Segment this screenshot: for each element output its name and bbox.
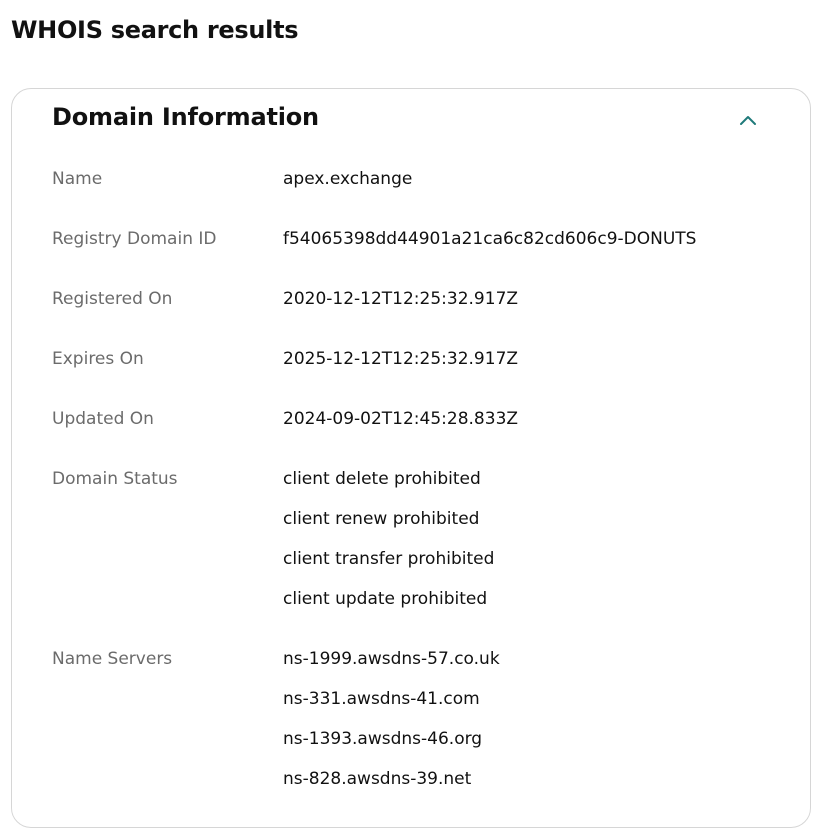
name-server-value: ns-828.awsdns-39.net bbox=[283, 769, 472, 789]
row-label: Name Servers bbox=[52, 649, 173, 669]
row-label: Registered On bbox=[52, 289, 173, 309]
row-value: 2024-09-02T12:45:28.833Z bbox=[283, 409, 519, 429]
name-server-value: ns-1393.awsdns-46.org bbox=[283, 729, 483, 749]
row-value: 2025-12-12T12:25:32.917Z bbox=[283, 349, 519, 369]
row-values: 2020-12-12T12:25:32.917Z bbox=[283, 289, 518, 329]
row-values: f54065398dd44901a21ca6c82cd606c9-DONUTS bbox=[283, 229, 696, 269]
row-label: Name bbox=[52, 169, 103, 189]
row-values: ns-1999.awsdns-57.co.uk ns-331.awsdns-41… bbox=[283, 649, 500, 809]
page-title: WHOIS search results bbox=[11, 16, 299, 44]
chevron-up-icon[interactable] bbox=[736, 109, 760, 133]
panel-title: Domain Information bbox=[52, 103, 319, 131]
row-label: Registry Domain ID bbox=[52, 229, 217, 249]
status-value: client update prohibited bbox=[283, 589, 488, 609]
domain-information-panel: Domain Information Name apex.exchange Re… bbox=[11, 88, 811, 828]
panel-header[interactable]: Domain Information bbox=[52, 103, 770, 137]
row-value: 2020-12-12T12:25:32.917Z bbox=[283, 289, 519, 309]
name-server-value: ns-1999.awsdns-57.co.uk bbox=[283, 649, 500, 669]
row-value: f54065398dd44901a21ca6c82cd606c9-DONUTS bbox=[283, 229, 697, 249]
status-value: client renew prohibited bbox=[283, 509, 480, 529]
status-value: client transfer prohibited bbox=[283, 549, 495, 569]
row-label: Expires On bbox=[52, 349, 144, 369]
row-values: 2025-12-12T12:25:32.917Z bbox=[283, 349, 518, 389]
row-values: 2024-09-02T12:45:28.833Z bbox=[283, 409, 518, 449]
row-value: apex.exchange bbox=[283, 169, 413, 189]
row-label: Updated On bbox=[52, 409, 154, 429]
name-server-value: ns-331.awsdns-41.com bbox=[283, 689, 480, 709]
row-label: Domain Status bbox=[52, 469, 178, 489]
row-values: apex.exchange bbox=[283, 169, 412, 209]
status-value: client delete prohibited bbox=[283, 469, 481, 489]
row-values: client delete prohibited client renew pr… bbox=[283, 469, 494, 629]
